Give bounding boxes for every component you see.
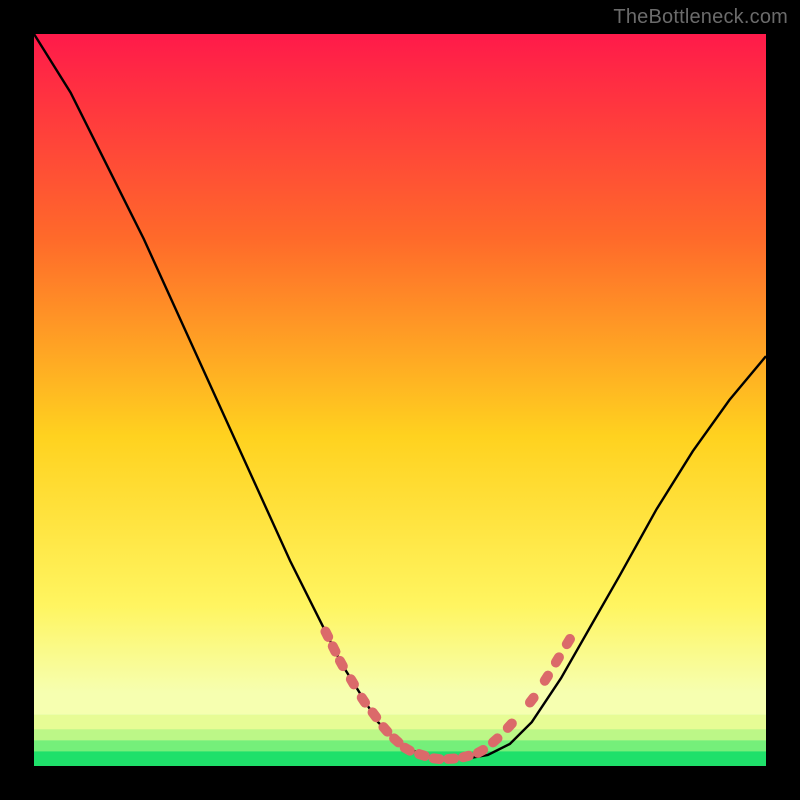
bottleneck-chart: [34, 34, 766, 766]
watermark-text: TheBottleneck.com: [613, 6, 788, 29]
chart-frame: [34, 34, 766, 766]
bottom-color-bands: [34, 693, 766, 766]
gradient-background: [34, 34, 766, 766]
color-band: [34, 693, 766, 715]
color-band: [34, 751, 766, 766]
color-band: [34, 715, 766, 730]
